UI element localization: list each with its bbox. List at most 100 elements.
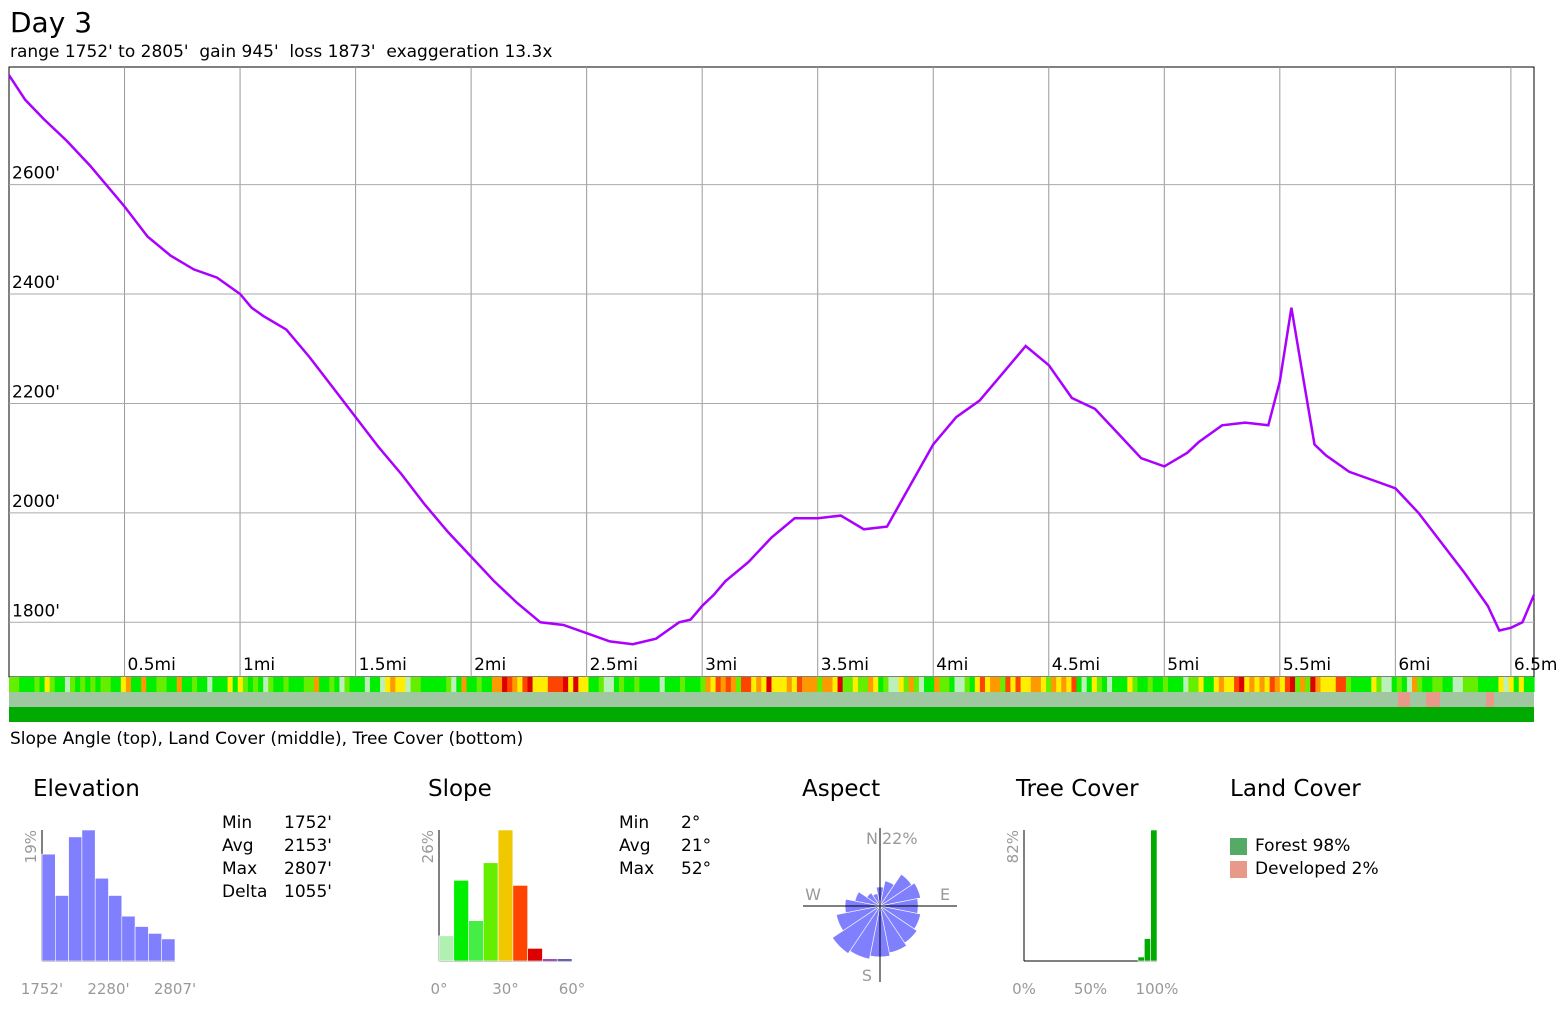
slope-band-cell [151, 677, 158, 692]
slope-band-cell [1442, 677, 1449, 692]
slope-band-cell [441, 677, 447, 692]
slope-band-cell [14, 677, 20, 692]
slope-band-cell [680, 677, 686, 692]
slope-band-cell [446, 677, 452, 692]
slope-band-cell [430, 677, 437, 692]
y-tick-label: 2400' [12, 273, 60, 293]
histogram-bar [453, 880, 469, 962]
x-tick-label: 3.5mi [821, 655, 869, 675]
histogram-bar [556, 958, 573, 962]
stat-delta: Delta 1055' [222, 882, 332, 902]
slope-band-cell [608, 677, 615, 692]
slope-band-cell [852, 677, 859, 692]
slope-band-cell [339, 677, 346, 692]
x-tick-label: 1.5mi [359, 655, 407, 675]
slope-band-cell [1315, 677, 1322, 692]
slope-band-cell [1173, 677, 1179, 692]
legend-swatch-forest [1230, 838, 1247, 855]
land-cover-panel-title: Land Cover [1230, 776, 1361, 802]
y-max-label: 19% [22, 830, 40, 863]
x-tick-label: 6mi [1398, 655, 1430, 675]
histogram-bar [542, 958, 558, 962]
slope-band-cell [49, 677, 56, 692]
slope-band-cell [1452, 677, 1459, 692]
slope-band-cell [466, 677, 473, 692]
slope-band-cell [985, 677, 991, 692]
slope-band-cell [380, 677, 386, 692]
slope-band-cell [75, 677, 81, 692]
slope-panel-title: Slope [428, 776, 492, 802]
stat-min: Min 1752' [222, 813, 332, 833]
slope-band-cell [822, 677, 829, 692]
developed-band-cell [1398, 692, 1410, 707]
tree-cover-band [9, 707, 1534, 722]
slope-band-cell [1513, 677, 1520, 692]
slope-band-cell [405, 677, 412, 692]
y-tick-label: 2600' [12, 164, 60, 184]
land-cover-band [9, 692, 1534, 707]
slope-band-cell [1386, 677, 1393, 692]
slope-band-cell [1391, 677, 1398, 692]
slope-band-cell [949, 677, 956, 692]
slope-band-cell [1005, 677, 1012, 692]
slope-band-cell [1229, 677, 1235, 692]
slope-band-cell [1467, 677, 1474, 692]
slope-band-cell [796, 677, 803, 692]
slope-band-cell [1203, 677, 1210, 692]
slope-band-cell [131, 677, 137, 692]
slope-band-cell [735, 677, 742, 692]
slope-band-cell [161, 677, 168, 692]
x-tick-label: 5mi [1167, 655, 1199, 675]
histogram-bar [497, 829, 514, 962]
slope-band-cell [1223, 677, 1230, 692]
slope-band-cell [146, 677, 152, 692]
slope-band-cell [898, 677, 905, 692]
x-tick-label: 1752' [21, 980, 63, 998]
slope-band-cell [700, 677, 707, 692]
slope-band-cell [1254, 677, 1261, 692]
slope-band-cell [456, 677, 463, 692]
slope-band-cell [451, 677, 457, 692]
slope-band-cell [558, 677, 564, 692]
slope-band-cell [588, 677, 595, 692]
slope-band-cell [1305, 677, 1311, 692]
slope-band-cell [476, 677, 483, 692]
slope-band-cell [1457, 677, 1464, 692]
slope-band-cell [192, 677, 198, 692]
slope-band-cell [1498, 677, 1505, 692]
slope-band-cell [1422, 677, 1428, 692]
legend-developed: Developed 2% [1230, 858, 1379, 881]
slope-band-cell [913, 677, 920, 692]
slope-band-cell [552, 677, 559, 692]
slope-band-cell [1107, 677, 1113, 692]
slope-band-cell [1310, 677, 1317, 692]
x-tick-label: 0° [430, 980, 447, 998]
slope-band-cell [918, 677, 925, 692]
y-tick-label: 2200' [12, 382, 60, 402]
slope-band-cell [314, 677, 320, 692]
slope-band-cell [893, 677, 900, 692]
slope-band-cell [1361, 677, 1367, 692]
slope-band-cell [1168, 677, 1174, 692]
histogram-bar [1150, 829, 1158, 962]
slope-band-cell [832, 677, 839, 692]
slope-band-cell [1051, 677, 1057, 692]
x-tick-label: 4.5mi [1052, 655, 1100, 675]
slope-band-cell [105, 677, 112, 692]
slope-band-cell [268, 677, 274, 692]
slope-band-cell [761, 677, 768, 692]
slope-band-cell [1493, 677, 1500, 692]
slope-band-cell [1218, 677, 1225, 692]
slope-band-cell [1086, 677, 1093, 692]
slope-band-cell [751, 677, 757, 692]
slope-band-cell [934, 677, 940, 692]
slope-band-cell [1518, 677, 1525, 692]
aspect-south-label: S [862, 966, 872, 985]
slope-band-cell [827, 677, 834, 692]
slope-band-cell [80, 677, 86, 692]
slope-band-cell [786, 677, 793, 692]
slope-band-cell [1376, 677, 1383, 692]
slope-band-cell [1396, 677, 1403, 692]
slope-band-cell [537, 677, 544, 692]
slope-band-cell [491, 677, 498, 692]
